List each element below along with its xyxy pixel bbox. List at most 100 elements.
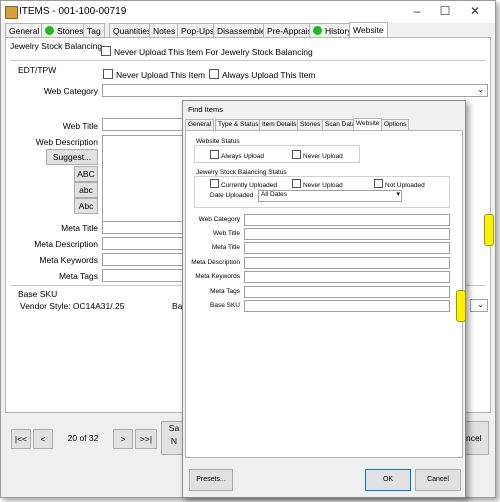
- find-base-sku-label: Base SKU: [210, 302, 240, 309]
- checkbox-label: Never Upload: [303, 182, 343, 189]
- web-description-label: Web Description: [35, 137, 98, 147]
- dialog-tab-type-status[interactable]: Type & Status: [215, 119, 262, 130]
- checkbox-icon: [210, 150, 219, 159]
- checkbox-icon: [103, 69, 113, 79]
- maximize-button[interactable]: ☐: [433, 3, 457, 19]
- find-meta-keywords-input[interactable]: [244, 271, 450, 283]
- dialog-panel: Website Status Always Upload Never Uploa…: [185, 130, 463, 458]
- tab-label: Stones: [57, 26, 84, 36]
- meta-keywords-label: Meta Keywords: [39, 255, 98, 265]
- dialog-cancel-button[interactable]: Cancel: [415, 469, 461, 491]
- tab-label: Quantities: [113, 26, 152, 36]
- find-base-sku-input[interactable]: [244, 300, 450, 312]
- find-meta-tags-input[interactable]: [244, 286, 450, 298]
- find-meta-title-label: Meta Title: [211, 244, 240, 251]
- last-record-button[interactable]: >>|: [135, 429, 157, 449]
- jsb-never-upload-checkbox[interactable]: Never Upload: [292, 179, 343, 189]
- checkbox-label: Always Upload: [221, 153, 264, 160]
- dropdown-arrow-icon: ▾: [396, 191, 400, 198]
- status-dot-icon: [313, 26, 322, 35]
- suggest-button[interactable]: Suggest...: [46, 149, 98, 165]
- always-upload-checkbox[interactable]: Always Upload: [210, 150, 264, 160]
- find-meta-title-input[interactable]: [244, 242, 450, 254]
- tab-tag[interactable]: Tag: [83, 23, 105, 38]
- record-position: 20 of 32: [67, 433, 99, 443]
- base-select-edge[interactable]: ⌄: [470, 299, 488, 312]
- checkbox-label: Not Uploaded: [385, 182, 425, 189]
- meta-title-label: Meta Title: [61, 223, 98, 233]
- web-category-select[interactable]: ⌄: [102, 84, 488, 97]
- jewelry-balancing-label: Jewelry Stock Balancing: [10, 41, 103, 51]
- status-dot-icon: [45, 26, 54, 35]
- find-meta-keywords-label: Meta Keywords: [195, 273, 240, 280]
- dialog-tab-general[interactable]: General: [185, 119, 215, 130]
- checkbox-label: Never Upload This Item: [116, 70, 206, 80]
- checkbox-label: Never Upload: [303, 153, 343, 160]
- date-uploaded-select[interactable]: All Dates ▾: [258, 190, 402, 202]
- app-icon: [5, 6, 18, 19]
- checkbox-icon: [374, 179, 383, 188]
- checkbox-icon: [292, 150, 301, 159]
- first-record-button[interactable]: |<<: [11, 429, 31, 449]
- dialog-tab-stones[interactable]: Stones: [297, 119, 324, 130]
- title-bar: ITEMS - 001-100-00719 – ☐ ✕: [1, 1, 495, 23]
- chevron-down-icon: ⌄: [477, 85, 484, 94]
- close-button[interactable]: ✕: [463, 3, 487, 19]
- find-web-category-label: Web Category: [198, 216, 240, 223]
- vendor-style-label: Vendor Style: OC14A31/.25: [20, 301, 125, 311]
- divider: [10, 60, 486, 61]
- checkbox-icon: [101, 46, 111, 56]
- tab-website[interactable]: Website: [349, 22, 388, 38]
- tab-label: Notes: [153, 26, 176, 36]
- find-web-title-label: Web Title: [213, 230, 240, 237]
- tab-notes[interactable]: Notes: [149, 23, 180, 38]
- cancel-button[interactable]: ncel: [465, 421, 489, 455]
- dialog-tab-item-details[interactable]: Item Details: [259, 119, 300, 130]
- base-sku-section-label: Base SKU: [18, 289, 58, 299]
- next-record-button[interactable]: >: [113, 429, 133, 449]
- tab-label: General: [9, 26, 40, 36]
- find-items-dialog: Find Items General Type & Status Item De…: [182, 100, 466, 498]
- find-meta-tags-label: Meta Tags: [210, 288, 240, 295]
- checkbox-label: Always Upload This Item: [222, 70, 316, 80]
- tab-stones[interactable]: Stones: [41, 23, 88, 38]
- yellow-side-tab[interactable]: [484, 214, 494, 246]
- prev-record-button[interactable]: <: [33, 429, 53, 449]
- tab-general[interactable]: General: [5, 23, 44, 38]
- dialog-title: Find Items: [188, 105, 224, 114]
- uppercase-button[interactable]: ABC: [74, 166, 98, 182]
- date-value: All Dates: [261, 191, 288, 198]
- minimize-button[interactable]: –: [405, 3, 429, 19]
- find-web-category-input[interactable]: [244, 214, 450, 226]
- chevron-down-icon: ⌄: [477, 300, 484, 309]
- presets-button[interactable]: Presets...: [189, 469, 233, 491]
- always-upload-item-checkbox[interactable]: Always Upload This Item: [209, 69, 315, 80]
- edt-section-label: EDT/TPW: [18, 65, 57, 75]
- web-title-label: Web Title: [62, 121, 98, 131]
- checkbox-icon: [210, 179, 219, 188]
- currently-uploaded-checkbox[interactable]: Currently Uploaded: [210, 179, 277, 189]
- tab-pop-ups[interactable]: Pop-Ups: [177, 23, 219, 38]
- find-meta-description-input[interactable]: [244, 257, 450, 269]
- web-category-label: Web Category: [43, 86, 98, 96]
- website-status-label: Website Status: [196, 138, 240, 145]
- meta-description-label: Meta Description: [34, 239, 98, 249]
- find-meta-description-label: Meta Description: [191, 259, 240, 266]
- never-upload-checkbox[interactable]: Never Upload: [292, 150, 343, 160]
- not-uploaded-checkbox[interactable]: Not Uploaded: [374, 179, 425, 189]
- checkbox-icon: [209, 69, 219, 79]
- lowercase-button[interactable]: abc: [74, 182, 98, 198]
- date-uploaded-label: Date Uploaded: [210, 192, 254, 199]
- checkbox-label: Never Upload This Item For Jewelry Stock…: [114, 47, 313, 57]
- dialog-tab-options[interactable]: Options: [381, 119, 410, 130]
- find-web-title-input[interactable]: [244, 228, 450, 240]
- never-upload-item-checkbox[interactable]: Never Upload This Item: [103, 69, 205, 80]
- checkbox-icon: [292, 179, 301, 188]
- yellow-side-tab[interactable]: [456, 290, 466, 322]
- ok-button[interactable]: OK: [365, 469, 411, 491]
- dialog-tab-website[interactable]: Website: [353, 118, 383, 130]
- meta-tags-label: Meta Tags: [58, 271, 98, 281]
- never-upload-balancing-checkbox[interactable]: Never Upload This Item For Jewelry Stock…: [101, 46, 313, 57]
- tab-label: Website: [353, 25, 384, 35]
- titlecase-button[interactable]: Abc: [74, 198, 98, 214]
